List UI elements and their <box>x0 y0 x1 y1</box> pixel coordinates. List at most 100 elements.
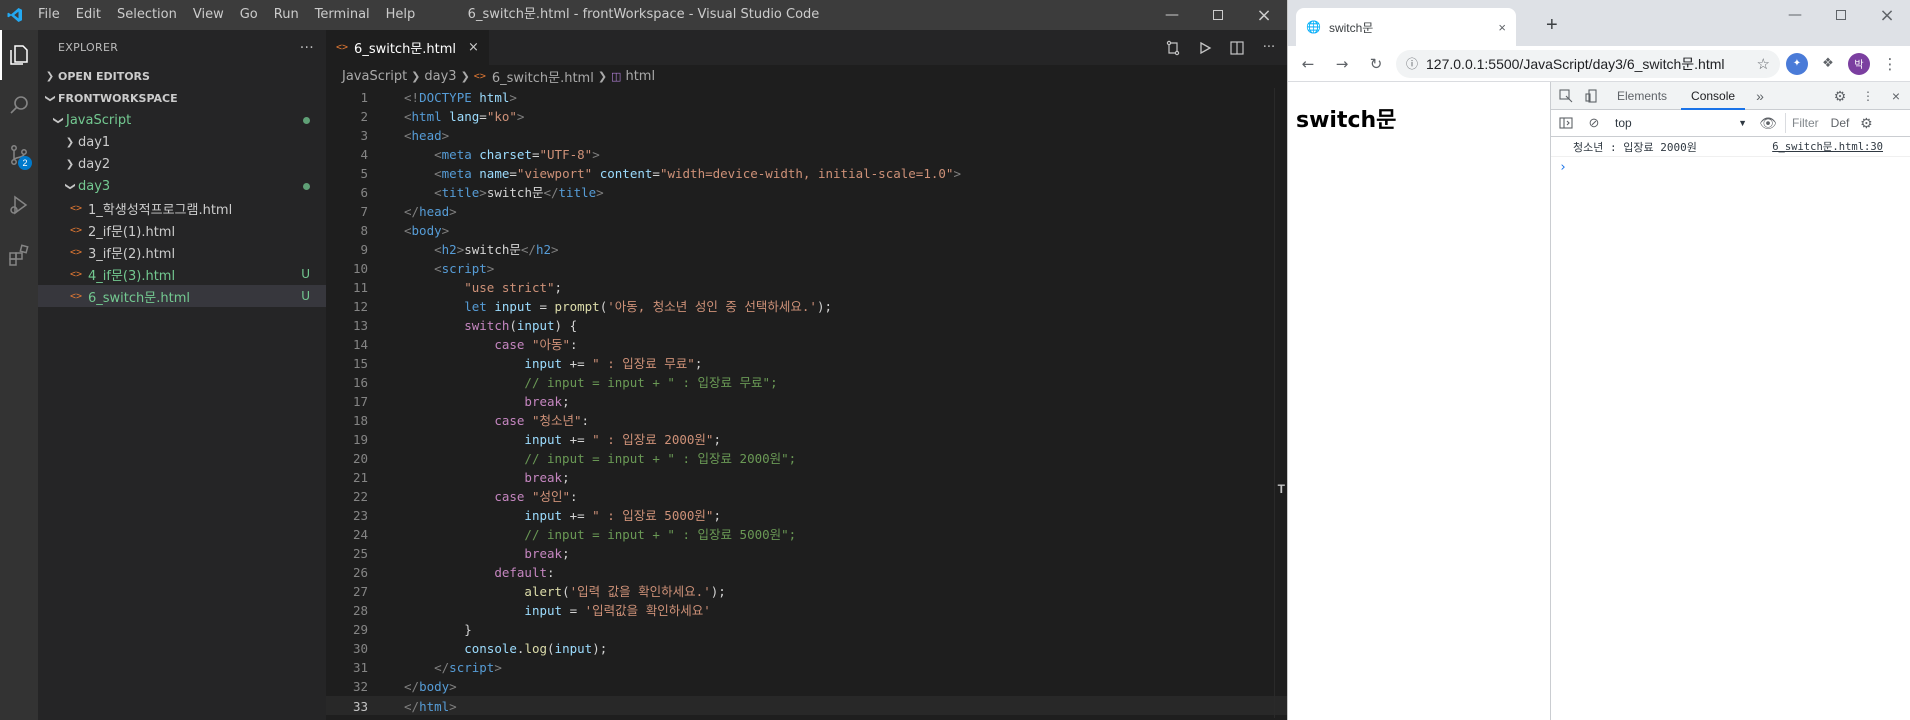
code-line[interactable]: 9 <h2>switch문</h2> <box>326 240 1287 259</box>
code-line[interactable]: 6 <title>switch문</title> <box>326 183 1287 202</box>
code-line[interactable]: 3 <head> <box>326 126 1287 145</box>
maximize-icon[interactable] <box>1195 0 1241 30</box>
code-line[interactable]: 26 default: <box>326 563 1287 582</box>
tree-folder-day2[interactable]: ❯ day2 <box>38 153 326 175</box>
split-editor-icon[interactable] <box>1227 38 1247 58</box>
breadcrumb-item[interactable]: html <box>625 69 655 84</box>
code-line[interactable]: 30 console.log(input); <box>326 639 1287 658</box>
menu-go[interactable]: Go <box>232 0 266 30</box>
search-icon[interactable] <box>0 80 38 130</box>
browser-tab[interactable]: 🌐 switch문 × <box>1296 8 1516 46</box>
close-devtools-icon[interactable]: × <box>1885 85 1907 107</box>
console-filter-input[interactable]: Filter <box>1785 113 1825 133</box>
more-tabs-icon[interactable]: » <box>1749 85 1771 107</box>
close-tab-icon[interactable]: × <box>1498 20 1506 35</box>
extensions-icon[interactable] <box>0 230 38 280</box>
code-line[interactable]: 16 // input = input + " : 입장료 무료"; <box>326 373 1287 392</box>
log-levels-select[interactable]: Def <box>1831 116 1850 130</box>
more-actions-icon[interactable]: ··· <box>300 40 314 56</box>
console-source-link[interactable]: 6_switch문.html:30 <box>1772 139 1883 154</box>
tree-file-1[interactable]: <> 1_학생성적프로그램.html <box>38 197 326 219</box>
tree-folder-javascript[interactable]: ❯ JavaScript <box>38 109 326 131</box>
bookmark-star-icon[interactable]: ☆ <box>1757 55 1770 73</box>
avatar[interactable]: 박 <box>1848 52 1870 75</box>
open-editors-section[interactable]: ❯ OPEN EDITORS <box>38 65 326 87</box>
code-line[interactable]: 15 input += " : 입장료 무료"; <box>326 354 1287 373</box>
code-line[interactable]: 28 input = '입력값을 확인하세요' <box>326 601 1287 620</box>
close-window-icon[interactable]: × <box>1864 0 1910 30</box>
menu-terminal[interactable]: Terminal <box>307 0 378 30</box>
device-toolbar-icon[interactable] <box>1581 85 1603 107</box>
new-tab-button[interactable]: + <box>1546 14 1558 37</box>
maximize-icon[interactable] <box>1818 0 1864 30</box>
breadcrumb-item[interactable]: JavaScript <box>342 69 407 84</box>
run-icon[interactable] <box>1195 38 1215 58</box>
code-line[interactable]: 20 // input = input + " : 입장료 2000원"; <box>326 449 1287 468</box>
extension-icon[interactable]: ✦ <box>1786 52 1808 75</box>
chrome-menu-icon[interactable]: ⋮ <box>1876 50 1904 78</box>
console-prompt[interactable]: › <box>1551 157 1910 177</box>
menu-run[interactable]: Run <box>266 0 307 30</box>
address-bar[interactable]: ⓘ 127.0.0.1:5500/JavaScript/day3/6_switc… <box>1396 49 1780 78</box>
code-line[interactable]: 22 case "성인": <box>326 487 1287 506</box>
code-line[interactable]: 5 <meta name="viewport" content="width=d… <box>326 164 1287 183</box>
code-line[interactable]: 23 input += " : 입장료 5000원"; <box>326 506 1287 525</box>
code-line[interactable]: 32 </body> <box>326 677 1287 696</box>
reload-icon[interactable]: ↻ <box>1362 50 1390 78</box>
tree-file-2[interactable]: <> 2_if문(1).html <box>38 219 326 241</box>
close-tab-icon[interactable]: × <box>468 40 479 55</box>
code-line[interactable]: 14 case "아동": <box>326 335 1287 354</box>
code-line[interactable]: 2 <html lang="ko"> <box>326 107 1287 126</box>
context-select[interactable]: top ▼ <box>1611 113 1751 133</box>
sidebar-toggle-icon[interactable] <box>1555 112 1577 134</box>
menu-view[interactable]: View <box>185 0 232 30</box>
forward-icon[interactable]: → <box>1328 50 1356 78</box>
tree-file-3[interactable]: <> 3_if문(2).html <box>38 241 326 263</box>
code-line[interactable]: 18 case "청소년": <box>326 411 1287 430</box>
inspect-element-icon[interactable] <box>1555 85 1577 107</box>
more-actions-icon[interactable]: ··· <box>1259 38 1279 58</box>
run-debug-icon[interactable] <box>0 180 38 230</box>
code-line[interactable]: 29 } <box>326 620 1287 639</box>
code-line[interactable]: 27 alert('입력 값을 확인하세요.'); <box>326 582 1287 601</box>
tree-folder-day1[interactable]: ❯ day1 <box>38 131 326 153</box>
menu-selection[interactable]: Selection <box>109 0 185 30</box>
editor-tab[interactable]: <> 6_switch문.html × <box>326 30 489 65</box>
code-line[interactable]: 7 </head> <box>326 202 1287 221</box>
minimize-icon[interactable]: — <box>1772 0 1818 30</box>
menu-file[interactable]: File <box>30 0 68 30</box>
tab-console[interactable]: Console <box>1681 82 1746 110</box>
devtools-menu-icon[interactable]: ⋮ <box>1857 85 1879 107</box>
code-line[interactable]: 4 <meta charset="UTF-8"> <box>326 145 1287 164</box>
settings-gear-icon[interactable]: ⚙ <box>1829 85 1851 107</box>
breadcrumb-item[interactable]: day3 <box>424 69 456 84</box>
scrollbar-track[interactable] <box>1274 88 1275 718</box>
code-line[interactable]: 11 "use strict"; <box>326 278 1287 297</box>
tree-file-6[interactable]: <> 6_switch문.html U <box>38 285 326 307</box>
source-control-icon[interactable]: 2 <box>0 130 38 180</box>
menu-help[interactable]: Help <box>378 0 424 30</box>
console-settings-gear-icon[interactable]: ⚙ <box>1855 112 1877 134</box>
back-icon[interactable]: ← <box>1294 50 1322 78</box>
explorer-icon[interactable] <box>0 30 38 80</box>
code-line[interactable]: 17 break; <box>326 392 1287 411</box>
code-editor[interactable]: 1 <!DOCTYPE html> 2 <html lang="ko"> 3 <head>… <box>326 88 1287 715</box>
code-line[interactable]: 10 <script> <box>326 259 1287 278</box>
extensions-puzzle-icon[interactable]: ❖ <box>1814 50 1842 78</box>
live-expression-eye-icon[interactable]: 👁 <box>1757 112 1779 134</box>
close-window-icon[interactable]: × <box>1241 0 1287 30</box>
code-line[interactable]: 8 <body> <box>326 221 1287 240</box>
code-line[interactable]: 19 input += " : 입장료 2000원"; <box>326 430 1287 449</box>
minimize-icon[interactable]: — <box>1149 0 1195 30</box>
code-line[interactable]: 33 </html> <box>326 696 1287 715</box>
code-line[interactable]: 1 <!DOCTYPE html> <box>326 88 1287 107</box>
workspace-section[interactable]: ❯ FRONTWORKSPACE <box>38 87 326 109</box>
code-line[interactable]: 12 let input = prompt('아동, 청소년 성인 중 선택하세… <box>326 297 1287 316</box>
code-line[interactable]: 13 switch(input) { <box>326 316 1287 335</box>
clear-console-icon[interactable]: ⊘ <box>1583 112 1605 134</box>
tree-folder-day3[interactable]: ❯ day3 <box>38 175 326 197</box>
tree-file-4[interactable]: <> 4_if문(3).html U <box>38 263 326 285</box>
code-line[interactable]: 25 break; <box>326 544 1287 563</box>
menu-edit[interactable]: Edit <box>68 0 109 30</box>
code-line[interactable]: 24 // input = input + " : 입장료 5000원"; <box>326 525 1287 544</box>
